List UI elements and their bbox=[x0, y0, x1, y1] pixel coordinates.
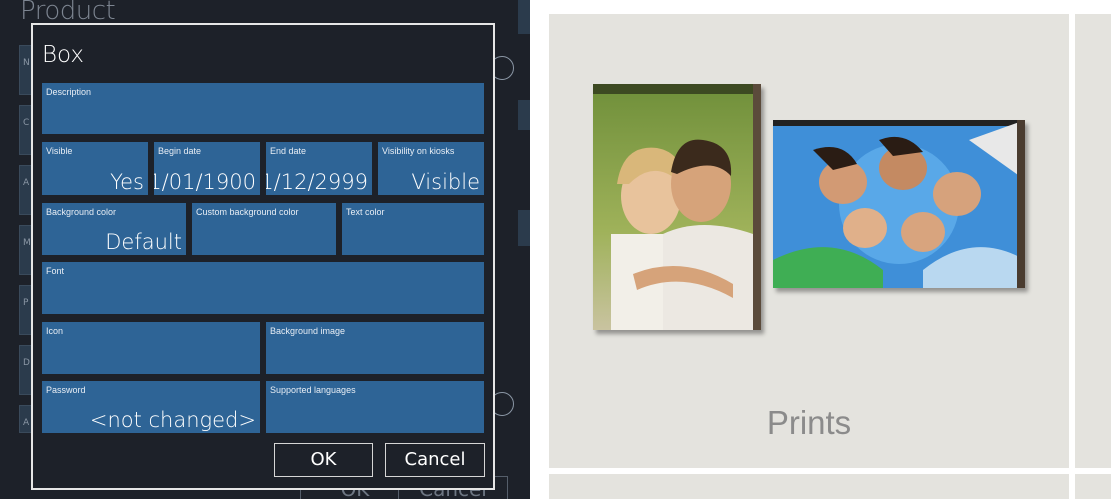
supported-languages-field[interactable]: Supported languages bbox=[266, 381, 484, 433]
end-date-value: 31/12/2999 bbox=[266, 170, 368, 194]
dialog-title: Box bbox=[42, 42, 85, 68]
text-color-field[interactable]: Text color bbox=[342, 203, 484, 255]
visibility-kiosks-value: Visible bbox=[411, 170, 480, 194]
custom-background-color-label: Custom background color bbox=[196, 207, 299, 217]
background-color-label: Background color bbox=[46, 207, 117, 217]
kids-photo-illustration bbox=[773, 120, 1025, 288]
font-label: Font bbox=[46, 266, 65, 276]
end-date-label: End date bbox=[270, 146, 307, 156]
visibility-kiosks-field[interactable]: Visibility on kiosks Visible bbox=[378, 142, 484, 195]
icon-label: Icon bbox=[46, 326, 64, 336]
begin-date-field[interactable]: Begin date 01/01/1900 bbox=[154, 142, 260, 195]
adjacent-tile-edge bbox=[1075, 14, 1111, 468]
visibility-kiosks-label: Visibility on kiosks bbox=[382, 146, 455, 156]
lower-tile-edge bbox=[549, 474, 1069, 499]
background-side-strip bbox=[518, 210, 530, 246]
cancel-button[interactable]: Cancel bbox=[385, 443, 485, 477]
prints-tile[interactable]: Prints bbox=[549, 14, 1069, 468]
background-image-field[interactable]: Background image bbox=[266, 322, 484, 374]
prints-tile-label: Prints bbox=[766, 404, 852, 441]
background-side-strip bbox=[518, 100, 530, 130]
description-field[interactable]: Description bbox=[42, 83, 484, 134]
password-field[interactable]: Password <not changed> bbox=[42, 381, 260, 433]
begin-date-label: Begin date bbox=[158, 146, 202, 156]
supported-languages-label: Supported languages bbox=[270, 385, 356, 395]
background-color-field[interactable]: Background color Default bbox=[42, 203, 186, 255]
text-color-label: Text color bbox=[346, 207, 385, 217]
product-editor-window: Product N C A M P D A OK Cancel Box Desc… bbox=[0, 0, 530, 499]
box-dialog: Box Description Visible Yes Begin date 0… bbox=[31, 23, 495, 490]
icon-field[interactable]: Icon bbox=[42, 322, 260, 374]
prints-category-panel: Prints bbox=[549, 0, 1111, 499]
visible-field[interactable]: Visible Yes bbox=[42, 142, 148, 195]
kids-canvas-print-image bbox=[773, 120, 1025, 288]
password-label: Password bbox=[46, 385, 86, 395]
couple-photo-illustration bbox=[593, 84, 761, 330]
visible-label: Visible bbox=[46, 146, 73, 156]
background-image-label: Background image bbox=[270, 326, 346, 336]
begin-date-value: 01/01/1900 bbox=[154, 170, 256, 194]
background-color-value: Default bbox=[105, 230, 182, 254]
font-field[interactable]: Font bbox=[42, 262, 484, 314]
password-value: <not changed> bbox=[89, 408, 256, 432]
description-label: Description bbox=[46, 87, 92, 97]
background-side-strip bbox=[518, 0, 530, 34]
couple-canvas-print-image bbox=[593, 84, 761, 330]
custom-background-color-field[interactable]: Custom background color bbox=[192, 203, 336, 255]
ok-button[interactable]: OK bbox=[274, 443, 373, 477]
lower-right-tile-edge bbox=[1075, 474, 1111, 499]
visible-value: Yes bbox=[110, 170, 144, 194]
end-date-field[interactable]: End date 31/12/2999 bbox=[266, 142, 372, 195]
